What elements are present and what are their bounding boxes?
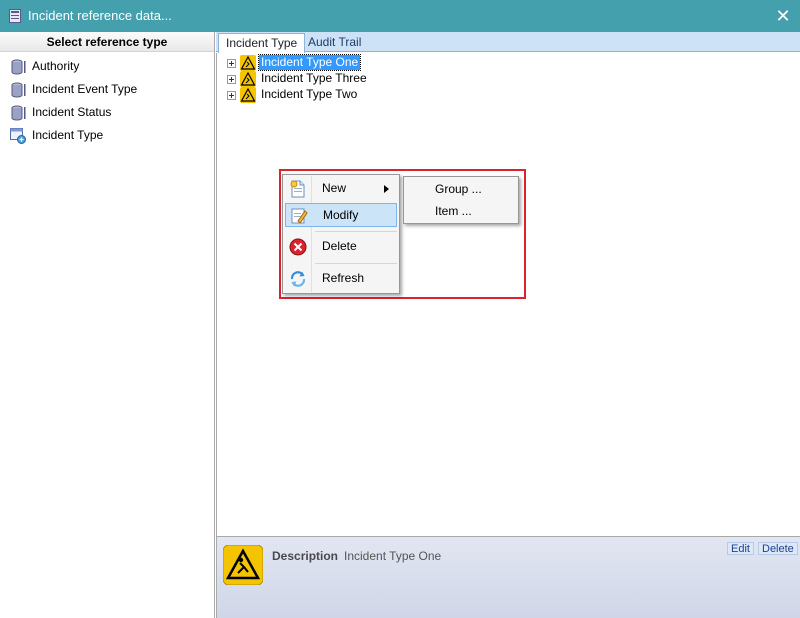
menu-item-delete[interactable]: Delete <box>285 235 397 259</box>
window-app-icon <box>9 9 21 23</box>
window-title: Incident reference data... <box>28 8 172 23</box>
expand-icon[interactable] <box>227 91 236 100</box>
close-button[interactable]: ✕ <box>766 0 800 32</box>
close-icon: ✕ <box>775 5 791 26</box>
reference-item-label: Authority <box>32 59 80 73</box>
title-bar: Incident reference data... ✕ <box>0 0 800 32</box>
edit-icon <box>291 208 308 224</box>
database-icon <box>11 82 26 98</box>
tab-incident-type[interactable]: Incident Type <box>218 33 306 53</box>
new-submenu: Group ... Item ... <box>403 176 519 224</box>
tree-table-icon <box>10 128 26 144</box>
reference-item-label: Incident Status <box>32 105 112 119</box>
delete-icon <box>289 238 307 256</box>
submenu-item-group[interactable]: Group ... <box>406 178 516 200</box>
menu-item-label: Refresh <box>322 271 365 285</box>
database-icon <box>11 59 26 75</box>
menu-item-label: Modify <box>323 208 359 222</box>
menu-separator <box>315 263 397 264</box>
reference-type-panel: Select reference type Authority Incident… <box>0 32 215 618</box>
content-panel: Incident Type Audit Trail Incident Type … <box>216 32 800 618</box>
description-value: Incident Type One <box>344 549 442 563</box>
warning-sign-icon <box>223 545 263 585</box>
reference-item-incident-type[interactable]: Incident Type <box>0 124 214 147</box>
menu-item-label: New <box>322 181 347 195</box>
reference-type-list: Authority Incident Event Type Incident S… <box>0 52 214 147</box>
expand-icon[interactable] <box>227 59 236 68</box>
reference-item-incident-event-type[interactable]: Incident Event Type <box>0 78 214 101</box>
tree-node-label[interactable]: Incident Type Three <box>259 71 369 86</box>
tree-node-label[interactable]: Incident Type Two <box>259 87 359 102</box>
menu-item-new[interactable]: New <box>285 177 397 201</box>
tab-strip: Incident Type Audit Trail <box>216 32 800 53</box>
menu-separator <box>315 231 397 232</box>
delete-button[interactable]: Delete <box>758 542 798 555</box>
description-panel: Description Incident Type One Edit Delet… <box>216 536 800 618</box>
warning-sign-icon <box>240 71 256 87</box>
tree-node-label[interactable]: Incident Type One <box>257 54 362 71</box>
expand-icon[interactable] <box>227 75 236 84</box>
reference-item-label: Incident Event Type <box>32 82 138 96</box>
context-menu: New Modify Delete Refresh <box>282 174 400 294</box>
menu-item-label: Delete <box>322 239 357 253</box>
menu-item-refresh[interactable]: Refresh <box>285 267 397 291</box>
description-label: Description <box>272 549 339 563</box>
warning-sign-icon <box>240 87 256 103</box>
reference-item-label: Incident Type <box>32 128 104 142</box>
refresh-icon <box>290 271 306 287</box>
menu-item-modify[interactable]: Modify <box>285 203 397 227</box>
reference-item-incident-status[interactable]: Incident Status <box>0 101 214 124</box>
edit-button[interactable]: Edit <box>727 542 754 555</box>
submenu-item-item[interactable]: Item ... <box>406 200 516 222</box>
tab-audit-trail[interactable]: Audit Trail <box>301 33 368 52</box>
new-document-icon <box>290 180 305 198</box>
warning-sign-icon <box>240 55 256 71</box>
reference-type-header: Select reference type <box>0 32 214 52</box>
database-icon <box>11 105 26 121</box>
submenu-arrow-icon <box>384 185 389 193</box>
reference-item-authority[interactable]: Authority <box>0 55 214 78</box>
